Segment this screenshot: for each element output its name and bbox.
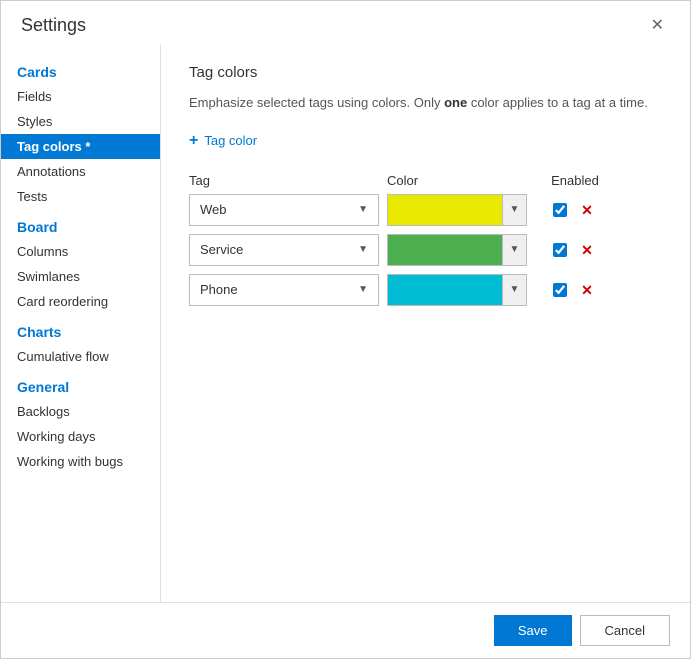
sidebar-section-charts: Charts [1, 314, 160, 344]
sidebar-item-working-days[interactable]: Working days [1, 424, 160, 449]
color-select-2[interactable]: ▼ [387, 274, 527, 306]
chevron-down-icon: ▼ [358, 244, 368, 255]
enabled-checkbox-1[interactable] [553, 243, 567, 257]
save-button[interactable]: Save [494, 615, 572, 646]
color-select-1[interactable]: ▼ [387, 234, 527, 266]
table-row: Phone▼ ▼ ✕ [189, 274, 662, 306]
sidebar-item-columns[interactable]: Columns [1, 239, 160, 264]
color-dropdown-btn-0[interactable]: ▼ [502, 195, 526, 225]
enabled-col-1: ✕ [535, 241, 615, 259]
cancel-button[interactable]: Cancel [580, 615, 670, 646]
close-button[interactable]: ✕ [645, 16, 670, 36]
section-title: Tag colors [189, 64, 662, 81]
sidebar-section-cards: Cards [1, 54, 160, 84]
table-row: Service▼ ▼ ✕ [189, 234, 662, 266]
sidebar-section-board: Board [1, 209, 160, 239]
color-swatch-1 [388, 235, 502, 265]
sidebar-item-fields[interactable]: Fields [1, 84, 160, 109]
sidebar-item-backlogs[interactable]: Backlogs [1, 399, 160, 424]
color-swatch-2 [388, 275, 502, 305]
sidebar-item-card-reordering[interactable]: Card reordering [1, 289, 160, 314]
enabled-checkbox-2[interactable] [553, 283, 567, 297]
col-tag-header: Tag [189, 173, 379, 188]
enabled-col-2: ✕ [535, 281, 615, 299]
enabled-col-0: ✕ [535, 201, 615, 219]
table-row: Web▼ ▼ ✕ [189, 194, 662, 226]
add-tag-label: Tag color [204, 133, 257, 148]
dialog-title: Settings [21, 15, 86, 36]
tag-select-2[interactable]: Phone▼ [189, 274, 379, 306]
dialog-header: Settings ✕ [1, 1, 690, 44]
delete-button-0[interactable]: ✕ [577, 201, 597, 219]
description: Emphasize selected tags using colors. On… [189, 93, 662, 113]
settings-dialog: Settings ✕ CardsFieldsStylesTag colors *… [0, 0, 691, 659]
sidebar-item-swimlanes[interactable]: Swimlanes [1, 264, 160, 289]
chevron-down-icon: ▼ [358, 284, 368, 295]
plus-icon: + [189, 133, 198, 149]
tag-rows-container: Web▼ ▼ ✕ Service▼ ▼ ✕ Phone▼ ▼ ✕ [189, 194, 662, 306]
color-select-0[interactable]: ▼ [387, 194, 527, 226]
add-tag-button[interactable]: + Tag color [189, 129, 257, 153]
delete-button-1[interactable]: ✕ [577, 241, 597, 259]
sidebar-item-working-with-bugs[interactable]: Working with bugs [1, 449, 160, 474]
sidebar-item-tag-colors[interactable]: Tag colors * [1, 134, 160, 159]
chevron-down-icon: ▼ [358, 204, 368, 215]
dialog-body: CardsFieldsStylesTag colors *Annotations… [1, 44, 690, 602]
description-highlight: one [444, 95, 467, 110]
description-text2: color applies to a tag at a time. [467, 95, 648, 110]
sidebar: CardsFieldsStylesTag colors *Annotations… [1, 44, 161, 602]
tag-select-1[interactable]: Service▼ [189, 234, 379, 266]
color-dropdown-btn-2[interactable]: ▼ [502, 275, 526, 305]
sidebar-item-tests[interactable]: Tests [1, 184, 160, 209]
tag-select-0[interactable]: Web▼ [189, 194, 379, 226]
table-header: Tag Color Enabled [189, 169, 662, 194]
delete-button-2[interactable]: ✕ [577, 281, 597, 299]
col-color-header: Color [387, 173, 527, 188]
dialog-footer: Save Cancel [1, 602, 690, 658]
sidebar-item-annotations[interactable]: Annotations [1, 159, 160, 184]
description-text1: Emphasize selected tags using colors. On… [189, 95, 444, 110]
sidebar-item-styles[interactable]: Styles [1, 109, 160, 134]
sidebar-item-cumulative-flow[interactable]: Cumulative flow [1, 344, 160, 369]
sidebar-section-general: General [1, 369, 160, 399]
col-enabled-header: Enabled [535, 173, 615, 188]
main-content: Tag colors Emphasize selected tags using… [161, 44, 690, 602]
enabled-checkbox-0[interactable] [553, 203, 567, 217]
color-swatch-0 [388, 195, 502, 225]
color-dropdown-btn-1[interactable]: ▼ [502, 235, 526, 265]
